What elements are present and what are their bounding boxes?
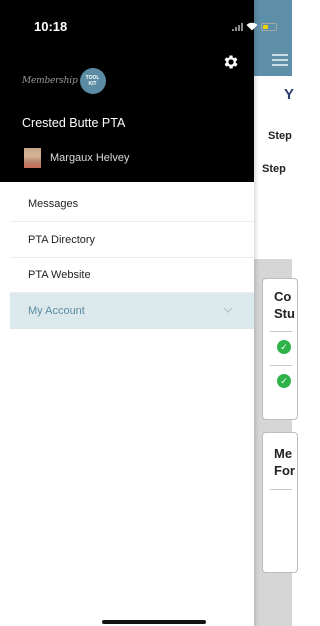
background-card-1-title-line-1: Co bbox=[274, 289, 292, 304]
logo-badge: TOOL KIT bbox=[79, 68, 106, 94]
gear-icon[interactable] bbox=[222, 53, 240, 71]
check-circle-icon: ✓ bbox=[277, 374, 291, 388]
hamburger-icon[interactable] bbox=[272, 54, 288, 66]
menu-item-label: PTA Directory bbox=[28, 234, 96, 246]
background-heading: Y bbox=[284, 86, 295, 103]
background-card-1-title-line-2: Stu bbox=[274, 306, 295, 321]
menu-item-my-account[interactable]: My Account bbox=[10, 293, 254, 329]
divider bbox=[270, 365, 292, 366]
avatar bbox=[24, 148, 41, 168]
wifi-icon bbox=[246, 22, 258, 31]
check-circle-icon: ✓ bbox=[277, 340, 291, 354]
menu-item-pta-website[interactable]: PTA Website bbox=[10, 257, 254, 293]
app-logo: Membership TOOL KIT bbox=[22, 68, 106, 94]
menu-item-pta-directory[interactable]: PTA Directory bbox=[10, 222, 254, 258]
background-card-2-title-line-2: For bbox=[274, 463, 295, 478]
divider bbox=[270, 489, 292, 490]
logo-script-text: Membership bbox=[22, 76, 78, 86]
home-indicator bbox=[102, 620, 206, 624]
status-time: 10:18 bbox=[34, 19, 68, 34]
divider bbox=[270, 331, 292, 332]
menu-item-messages[interactable]: Messages bbox=[10, 186, 254, 222]
signal-icon bbox=[232, 22, 243, 31]
navigation-drawer: Membership TOOL KIT Crested Butte PTA Ma… bbox=[0, 0, 254, 626]
background-step-1: Step bbox=[268, 130, 292, 142]
menu-item-label: PTA Website bbox=[28, 269, 91, 281]
background-card-2-title-line-1: Me bbox=[274, 446, 293, 461]
battery-icon bbox=[261, 22, 277, 31]
menu-item-label: Messages bbox=[28, 198, 79, 210]
menu-item-label: My Account bbox=[28, 305, 85, 317]
chevron-down-icon bbox=[223, 307, 233, 313]
organization-name: Crested Butte PTA bbox=[22, 116, 126, 130]
status-icons bbox=[232, 22, 277, 31]
logo-badge-line-2: KIT bbox=[88, 81, 97, 87]
user-name: Margaux Helvey bbox=[50, 152, 130, 164]
background-step-2: Step bbox=[262, 163, 286, 175]
